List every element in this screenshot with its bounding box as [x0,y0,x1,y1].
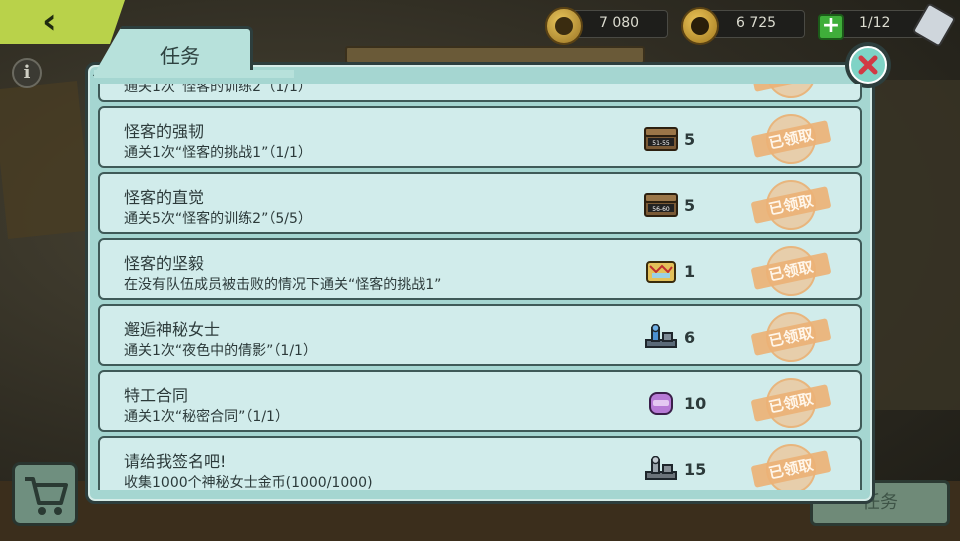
chest-label: 56-60 [652,206,670,213]
reward: 51-55 5 [644,124,695,154]
reward: 6 [644,322,695,352]
currency-b-amount: 6 725 [736,15,777,31]
reward-count: 10 [684,393,707,413]
chest-label: 51-55 [652,140,670,147]
background-poster [0,80,93,240]
task-row: 特工合同 通关1次“秘密合同”（1/1） 10 已领取 [98,370,862,435]
purple-pouch-icon [649,392,673,415]
gold-case-icon [646,261,676,283]
task-desc: 通关1次“怪客的训练2”（1/1） [124,84,312,95]
task-row: 通关1次“怪客的训练2”（1/1） 已领取 [98,84,862,103]
task-row: 请给我签名吧! 收集1000个神秘女士金币(1000/1000) 15 已领取 [98,436,862,490]
mask-coin-icon-front [545,7,583,45]
reward: 1 [644,256,695,286]
treasure-chest-icon: 51-55 [644,127,678,151]
task-desc: 通关5次“怪客的训练2”（5/5） [124,211,312,227]
task-title: 特工合同 [124,386,189,405]
currency-a-amount: 7 080 [599,15,640,31]
background-wall [865,80,960,410]
plus-icon[interactable]: + [818,14,844,40]
reward-count: 5 [684,195,696,215]
grin-coin-icon [681,7,719,45]
back-button[interactable]: ‹ [0,0,125,44]
task-list[interactable]: 通关1次“怪客的训练2”（1/1） 已领取 怪客的强韧 通关1次“怪客的挑战1”… [98,84,862,490]
ticket-counter-amount: 1/12 [859,15,891,31]
claimed-stamp: 已领取 [748,172,835,237]
reward-count: 6 [684,327,696,347]
task-desc: 在没有队伍成员被击败的情况下通关“怪客的挑战1” [124,277,442,293]
reward: 56-60 5 [644,190,695,220]
task-desc: 通关1次“夜色中的倩影”（1/1） [124,343,317,359]
task-row: 怪客的直觉 通关5次“怪客的训练2”（5/5） 56-60 5 已领取 [98,172,862,237]
task-desc: 收集1000个神秘女士金币(1000/1000) [124,475,373,490]
task-row: 怪客的强韧 通关1次“怪客的挑战1”（1/1） 51-55 5 已领取 [98,106,862,171]
reward: 10 [644,388,706,418]
dialog-tab-strip [94,70,294,78]
claimed-stamp: 已领取 [748,106,835,171]
chevron-left-icon: ‹ [42,1,57,42]
claimed-stamp: 已领取 [748,370,835,435]
shop-cart-button[interactable] [12,462,78,526]
reward: 15 [644,454,706,484]
task-title: 怪客的坚毅 [124,254,205,273]
grey-figure-icon [645,456,677,480]
blue-figure-icon [645,324,677,348]
claimed-stamp: 已领取 [748,238,835,303]
reward-count: 15 [684,459,707,479]
claimed-stamp: 已领取 [748,84,835,106]
task-title: 怪客的直觉 [124,188,205,207]
cart-icon [25,477,68,515]
claimed-stamp: 已领取 [748,436,835,490]
treasure-chest-icon: 56-60 [644,193,678,217]
task-desc: 通关1次“怪客的挑战1”（1/1） [124,145,312,161]
task-title: 邂逅神秘女士 [124,320,221,339]
reward-count: 5 [684,129,696,149]
task-row: 邂逅神秘女士 通关1次“夜色中的倩影”（1/1） 6 已领取 [98,304,862,369]
dialog-title: 任务 [160,44,200,68]
task-title: 请给我签名吧! [124,452,227,471]
task-desc: 通关1次“秘密合同”（1/1） [124,409,289,425]
task-title: 怪客的强韧 [124,122,205,141]
claimed-stamp: 已领取 [748,304,835,369]
task-row: 怪客的坚毅 在没有队伍成员被击败的情况下通关“怪客的挑战1” 1 已领取 [98,238,862,303]
info-icon[interactable]: i [12,58,42,88]
reward-count: 1 [684,261,696,281]
close-icon [858,55,878,75]
close-button[interactable] [845,42,891,88]
